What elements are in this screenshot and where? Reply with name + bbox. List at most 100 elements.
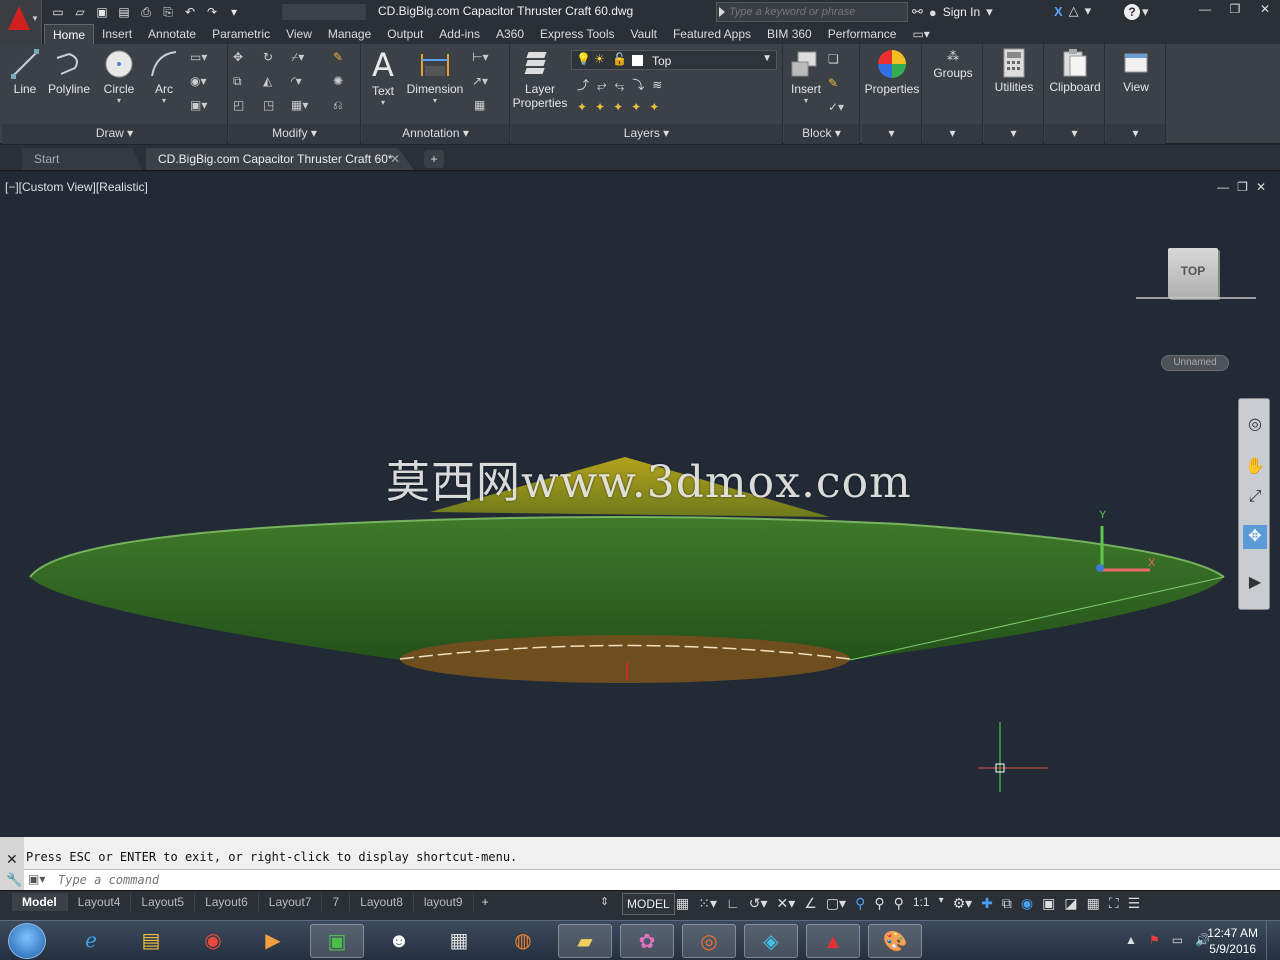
units-icon[interactable]: ⧉ (1002, 895, 1012, 912)
rotate-icon[interactable]: ↻ (263, 50, 273, 64)
chevron-down-icon[interactable]: ▾ (100, 96, 138, 105)
layout-tab-7[interactable]: 7 (322, 893, 351, 911)
close-icon[interactable]: ✕ (1250, 0, 1280, 18)
tab-vault[interactable]: Vault (623, 24, 665, 44)
workspace-switcher[interactable] (282, 4, 366, 20)
chevron-down-icon[interactable]: ▼ (762, 53, 772, 64)
showmotion-icon[interactable]: ▶ (1243, 571, 1267, 595)
tab-a360[interactable]: A360 (488, 24, 532, 44)
taskbar-folder-icon[interactable]: ▰ (558, 924, 612, 958)
help-button[interactable]: ? ▾ (1124, 2, 1160, 22)
copy-icon[interactable]: ⧉ (233, 74, 242, 89)
steering-wheel-icon[interactable]: ◎ (1243, 413, 1267, 437)
text-button[interactable]: A Text ▾ (368, 48, 398, 107)
properties-button[interactable]: Properties (862, 48, 922, 96)
menu-icon[interactable]: ☰ (1128, 895, 1141, 912)
viewport-close-icon[interactable]: ✕ (1256, 180, 1266, 194)
clipboard-expand[interactable]: ▾ (1045, 124, 1104, 144)
taskbar-ie-icon[interactable]: ℯ (64, 924, 118, 958)
taskbar-app2-icon[interactable]: ✿ (620, 924, 674, 958)
taskbar-media-icon[interactable]: ▶ (246, 924, 300, 958)
layer-dropdown[interactable]: 💡 ☀ 🔓 Top ▼ (571, 50, 777, 70)
layer-on-icon[interactable]: 💡 (576, 52, 591, 66)
arc-button[interactable]: Arc ▾ (146, 48, 182, 105)
view-expand[interactable]: ▾ (1106, 124, 1165, 144)
mirror-icon[interactable]: ◭ (263, 74, 272, 88)
sign-in-area[interactable]: ⚯ ● Sign In ▾ (912, 3, 993, 21)
network-icon[interactable]: ▭ (1172, 933, 1183, 947)
explode-icon[interactable]: ✺ (333, 74, 343, 88)
layout-tab-layout7[interactable]: Layout7 (259, 893, 323, 911)
object-snap-icon[interactable]: ∠ (804, 895, 817, 912)
layer-lock-icon[interactable]: 🔓 (612, 52, 627, 66)
erase-icon[interactable]: ✎ (333, 50, 343, 64)
stretch-icon[interactable]: ◰ (233, 98, 244, 112)
draw-panel-title[interactable]: Draw ▾ (2, 124, 227, 144)
ucs-menu[interactable]: Unnamed (1161, 355, 1229, 371)
edit-block-icon[interactable]: ✎ (828, 76, 838, 90)
clipboard-button[interactable]: Clipboard (1045, 48, 1105, 94)
taskbar-calculator-icon[interactable]: ▦ (432, 924, 486, 958)
new-file-icon[interactable]: ▭ (50, 4, 66, 20)
plot-icon[interactable]: ⎙ (138, 4, 154, 20)
file-tab-document[interactable]: CD.BigBig.com Capacitor Thruster Craft 6… (146, 148, 414, 170)
groups-expand[interactable]: ▾ (923, 124, 982, 144)
polyline-button[interactable]: Polyline (44, 48, 94, 96)
annotation-panel-title[interactable]: Annotation ▾ (362, 124, 509, 144)
binoculars-icon[interactable]: ⚯ (912, 4, 923, 20)
taskbar-explorer-icon[interactable]: ▤ (124, 924, 178, 958)
drawing-viewport[interactable]: Y X [−][Custom View][Realistic] — ❐ ✕ 莫西… (0, 172, 1280, 837)
restore-icon[interactable]: ❐ (1220, 0, 1250, 18)
tab-view[interactable]: View (278, 24, 320, 44)
offset-icon[interactable]: ⎌ (333, 98, 343, 113)
taskbar-panda-icon[interactable]: ☻ (372, 924, 426, 958)
chevron-down-icon[interactable]: ▾ (1142, 4, 1149, 20)
layout-tab-layout8[interactable]: Layout8 (350, 893, 414, 911)
tab-annotate[interactable]: Annotate (140, 24, 204, 44)
chevron-down-icon[interactable]: ▾ (939, 895, 944, 912)
a360-icon[interactable]: △ (1069, 3, 1079, 19)
properties-expand[interactable]: ▾ (862, 124, 921, 144)
close-icon[interactable]: ✕ (6, 851, 18, 868)
region-icon[interactable]: ▣▾ (190, 98, 207, 112)
close-tab-icon[interactable]: ✕ (390, 152, 400, 166)
tray-expand-icon[interactable]: ▲ (1125, 933, 1137, 947)
hardware-acceleration-icon[interactable]: ▣ (1042, 895, 1055, 912)
array-icon[interactable]: ▦▾ (291, 98, 308, 112)
action-center-icon[interactable]: ⚑ (1149, 933, 1160, 947)
utilities-button[interactable]: Utilities (984, 48, 1044, 94)
layout-tabs-overflow-icon[interactable]: ⇕ (600, 895, 609, 908)
viewcube[interactable]: TOP (1168, 248, 1218, 298)
chevron-down-icon[interactable]: ▾ (402, 96, 468, 105)
isodraft-icon[interactable]: ✕▾ (776, 895, 795, 912)
circle-button[interactable]: Circle ▾ (100, 48, 138, 105)
scale-icon[interactable]: ◳ (263, 98, 274, 112)
help-icon[interactable]: ? (1124, 4, 1140, 20)
fillet-icon[interactable]: ◜▾ (291, 74, 302, 88)
block-panel-title[interactable]: Block ▾ (784, 124, 859, 144)
edit-attributes-icon[interactable]: ✓▾ (828, 100, 844, 114)
save-as-icon[interactable]: ▤ (116, 4, 132, 20)
dimension-button[interactable]: Dimension ▾ (402, 48, 468, 105)
linear-dim-icon[interactable]: ⊢▾ (472, 50, 488, 64)
system-clock[interactable]: 12:47 AM 5/9/2016 (1207, 925, 1258, 957)
tab-home[interactable]: Home (44, 24, 95, 44)
tab-parametric[interactable]: Parametric (204, 24, 278, 44)
snap-tracking-icon[interactable]: ▢▾ (826, 895, 846, 912)
sign-in-label[interactable]: Sign In (943, 5, 980, 19)
customize-qat-icon[interactable]: ▾ (226, 4, 242, 20)
viewport-minimize-icon[interactable]: — (1217, 180, 1229, 194)
line-button[interactable]: Line (8, 48, 42, 96)
undo-icon[interactable]: ↶ (182, 4, 198, 20)
tab-manage[interactable]: Manage (320, 24, 379, 44)
workspace-gear-icon[interactable]: ⚙▾ (953, 895, 973, 912)
insert-button[interactable]: Insert ▾ (786, 48, 826, 105)
auto-scale-icon[interactable]: ⚲ (874, 895, 884, 912)
command-prompt-icon[interactable]: ▣▾ (28, 872, 45, 886)
grid-icon[interactable]: ▦ (676, 895, 689, 912)
groups-button[interactable]: ⁂ Groups (923, 48, 983, 80)
tab-featured-apps[interactable]: Featured Apps (665, 24, 759, 44)
tab-output[interactable]: Output (379, 24, 431, 44)
viewport-controls-label[interactable]: [−][Custom View][Realistic] (5, 180, 148, 194)
hatch-icon[interactable]: ◉▾ (190, 74, 207, 88)
